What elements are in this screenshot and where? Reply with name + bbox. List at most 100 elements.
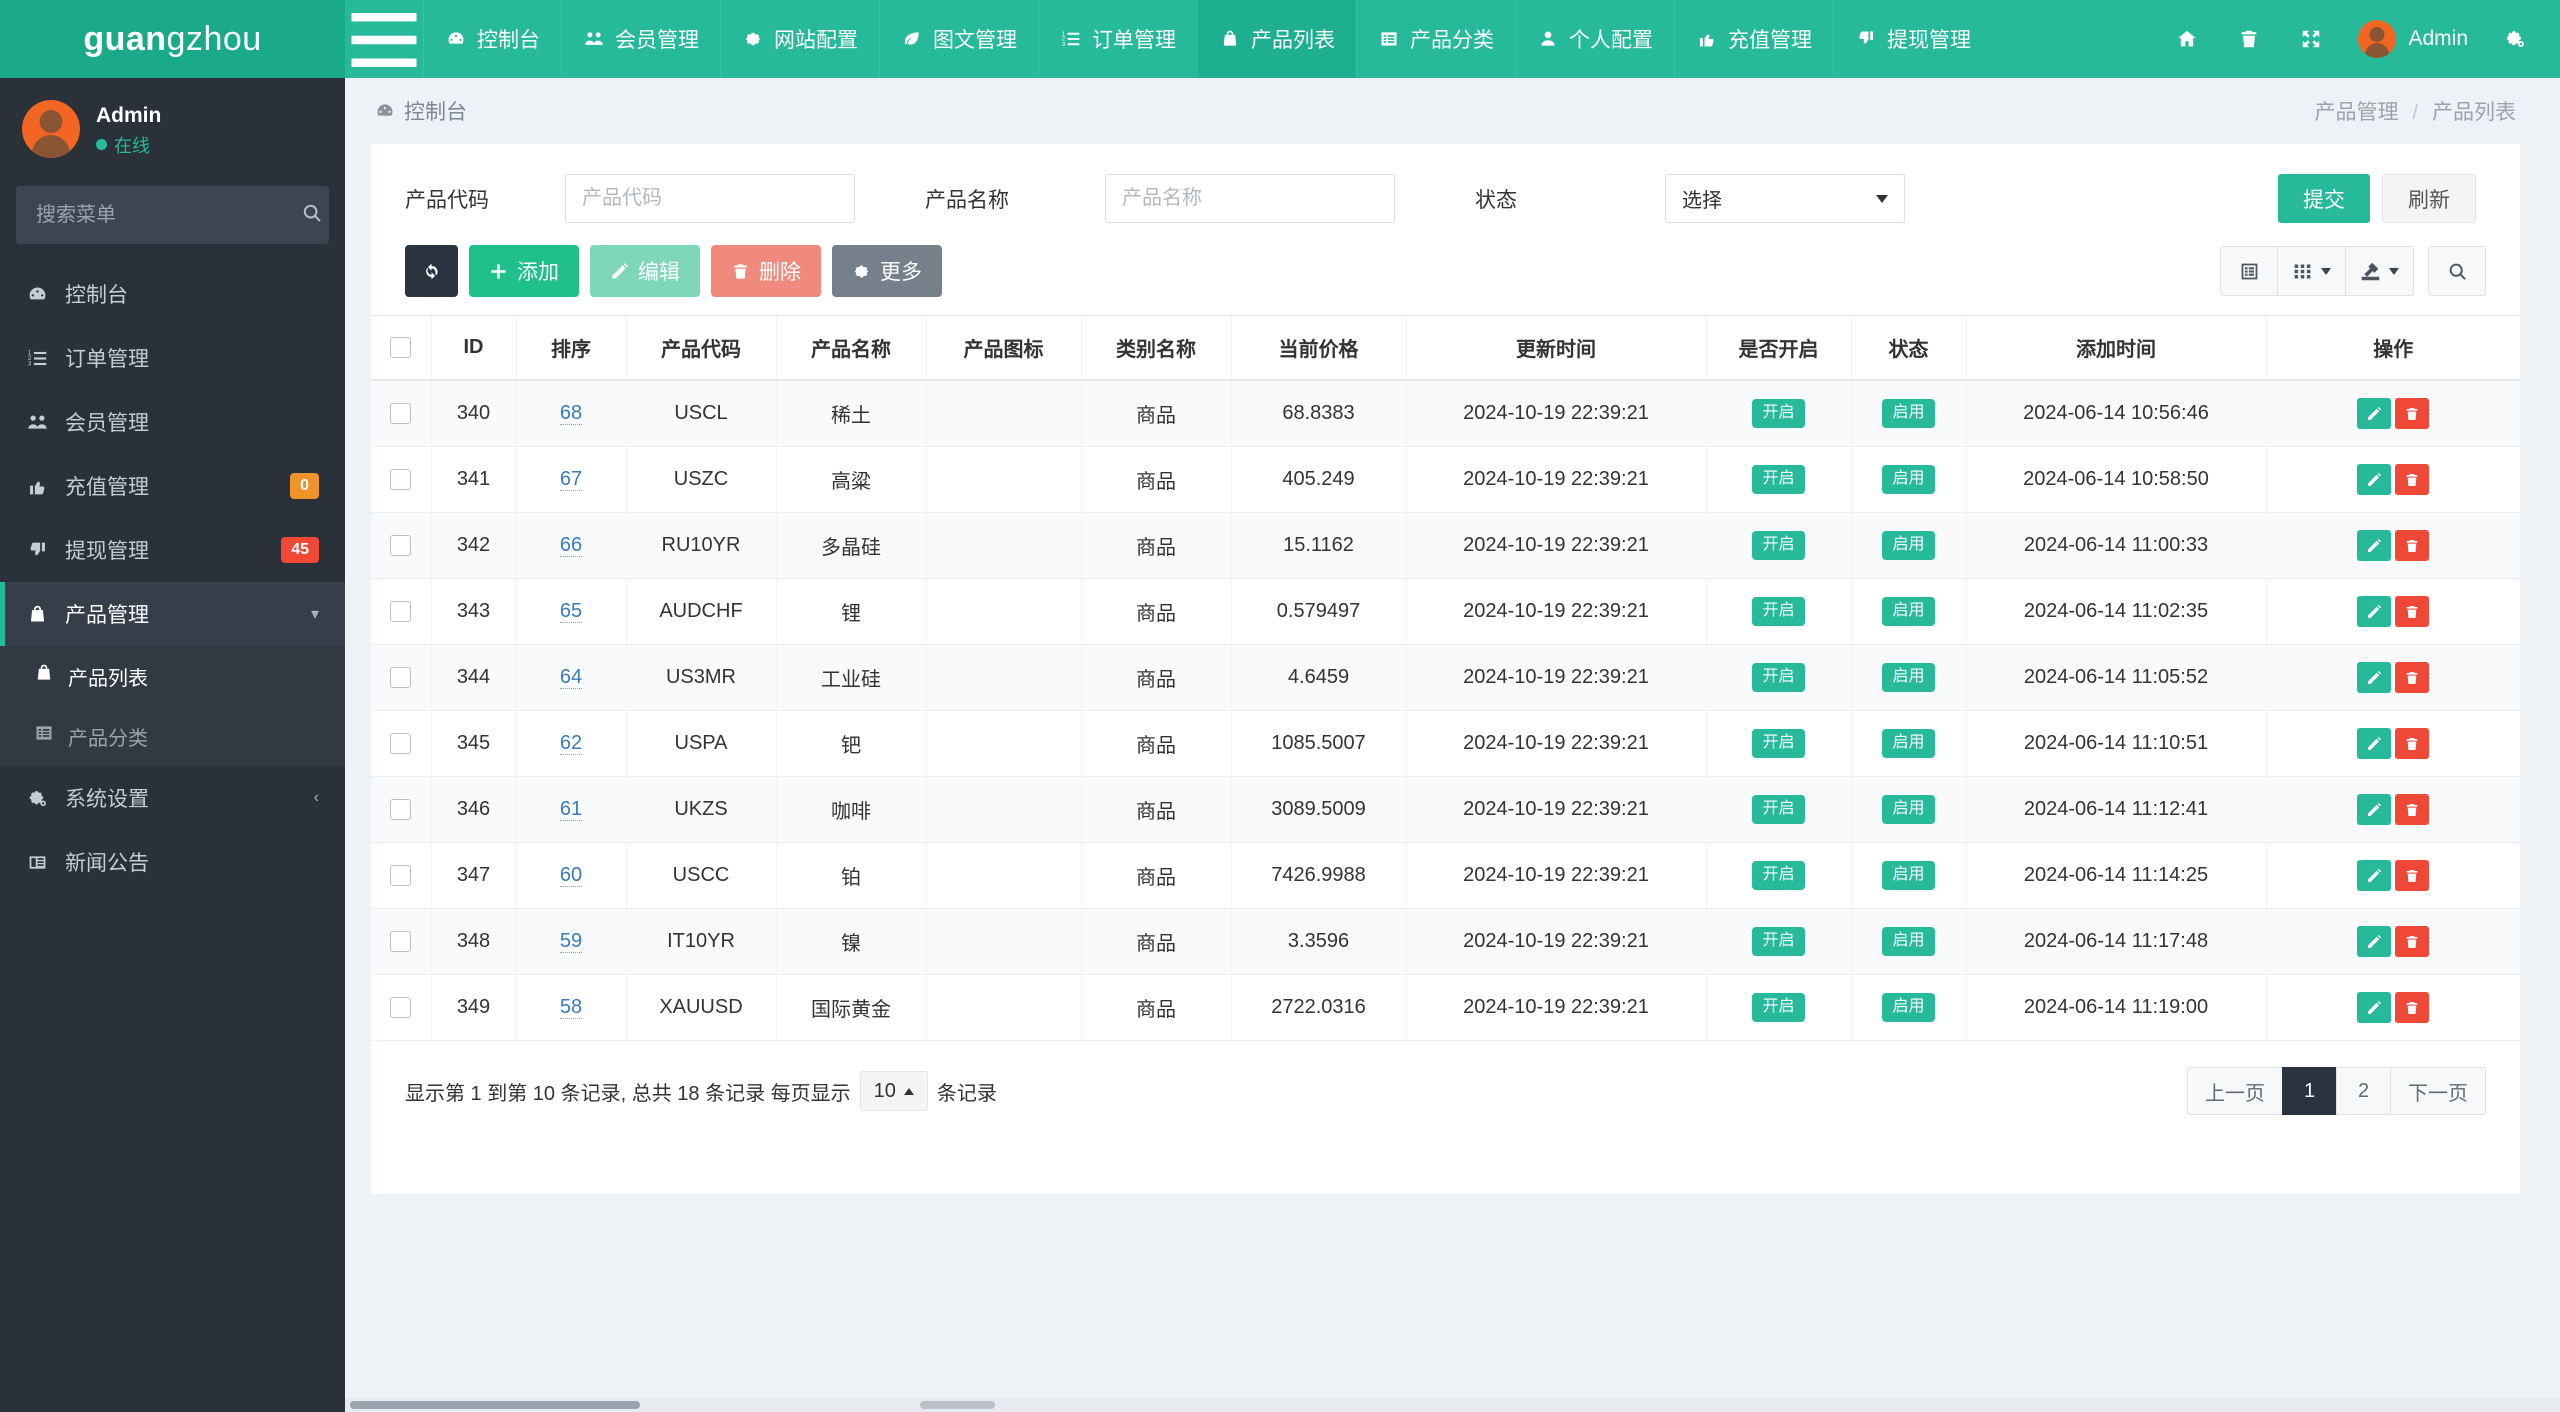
scrollbar-thumb-secondary[interactable] <box>920 1401 995 1409</box>
cell-status[interactable]: 启用 <box>1851 974 1967 1041</box>
cell-select[interactable] <box>371 842 432 909</box>
table-search-button[interactable] <box>2428 246 2486 296</box>
settings-button[interactable] <box>2484 0 2546 78</box>
cell-status[interactable]: 启用 <box>1851 776 1967 843</box>
th-category[interactable]: 类别名称 <box>1081 315 1232 381</box>
user-menu-button[interactable]: Admin <box>2342 0 2484 78</box>
brand-logo[interactable]: guan gzhou <box>0 0 345 78</box>
table-row[interactable]: 344 64 US3MR 工业硅 商品 4.6459 2024-10-19 22:39:21… <box>371 644 2520 711</box>
status-badge[interactable]: 启用 <box>1882 927 1935 956</box>
row-delete-button[interactable] <box>2395 860 2430 891</box>
th-sort[interactable]: 排序 <box>516 315 627 381</box>
select-all-checkbox[interactable] <box>390 337 412 359</box>
row-edit-button[interactable] <box>2357 926 2392 957</box>
th-id[interactable]: ID <box>431 315 517 381</box>
sidebar-item-orders[interactable]: 123 订单管理 <box>0 326 345 390</box>
status-badge[interactable]: 启用 <box>1882 861 1935 890</box>
topnav-item-orders[interactable]: 123 订单管理 <box>1038 0 1197 78</box>
cell-status[interactable]: 启用 <box>1851 842 1967 909</box>
cell-enabled[interactable]: 开启 <box>1706 908 1852 975</box>
breadcrumb-item-parent[interactable]: 产品管理 <box>2314 101 2398 124</box>
cell-actions[interactable] <box>2266 776 2520 843</box>
th-price[interactable]: 当前价格 <box>1231 315 1407 381</box>
row-checkbox[interactable] <box>390 997 412 1019</box>
table-row[interactable]: 340 68 USCL 稀土 商品 68.8383 2024-10-19 22:39:21 开… <box>371 380 2520 447</box>
row-edit-button[interactable] <box>2357 728 2392 759</box>
card-view-button[interactable] <box>2220 246 2278 296</box>
cell-sort[interactable]: 62 <box>516 710 627 777</box>
cell-status[interactable]: 启用 <box>1851 710 1967 777</box>
row-checkbox[interactable] <box>390 931 412 953</box>
status-badge[interactable]: 启用 <box>1882 663 1935 692</box>
cell-sort[interactable]: 65 <box>516 578 627 645</box>
cell-select[interactable] <box>371 776 432 843</box>
cell-select[interactable] <box>371 644 432 711</box>
cell-sort[interactable]: 58 <box>516 974 627 1041</box>
row-checkbox[interactable] <box>390 535 412 557</box>
fullscreen-button[interactable] <box>2280 0 2342 78</box>
row-checkbox[interactable] <box>390 733 412 755</box>
columns-toggle-button[interactable] <box>2277 246 2346 296</box>
cell-enabled[interactable]: 开启 <box>1706 776 1852 843</box>
clear-cache-button[interactable] <box>2218 0 2280 78</box>
topnav-item-site-config[interactable]: 网站配置 <box>720 0 879 78</box>
row-delete-button[interactable] <box>2395 926 2430 957</box>
pagination-page-2[interactable]: 2 <box>2336 1067 2391 1115</box>
sidebar-item-product-list[interactable]: 产品列表 <box>0 646 345 706</box>
row-checkbox[interactable] <box>390 667 412 689</box>
row-delete-button[interactable] <box>2395 530 2430 561</box>
topnav-item-recharge[interactable]: 充值管理 <box>1674 0 1833 78</box>
cell-select[interactable] <box>371 380 432 447</box>
table-row[interactable]: 348 59 IT10YR 镍 商品 3.3596 2024-10-19 22:39:21 开… <box>371 908 2520 975</box>
topnav-item-profile[interactable]: 个人配置 <box>1515 0 1674 78</box>
row-edit-button[interactable] <box>2357 794 2392 825</box>
table-row[interactable]: 349 58 XAUUSD 国际黄金 商品 2722.0316 2024-10-19 22:… <box>371 974 2520 1041</box>
refresh-form-button[interactable]: 刷新 <box>2382 174 2476 223</box>
row-edit-button[interactable] <box>2357 662 2392 693</box>
scrollbar-thumb[interactable] <box>350 1401 640 1409</box>
enabled-badge[interactable]: 开启 <box>1752 729 1805 758</box>
row-edit-button[interactable] <box>2357 398 2392 429</box>
sidebar-toggle-button[interactable] <box>345 0 423 78</box>
sidebar-search[interactable] <box>16 186 329 244</box>
sidebar-item-withdraw[interactable]: 提现管理 45 <box>0 518 345 582</box>
row-delete-button[interactable] <box>2395 464 2430 495</box>
status-badge[interactable]: 启用 <box>1882 729 1935 758</box>
sort-value-link[interactable]: 67 <box>559 468 583 491</box>
cell-sort[interactable]: 61 <box>516 776 627 843</box>
sidebar-item-members[interactable]: 会员管理 <box>0 390 345 454</box>
pagination-page-1[interactable]: 1 <box>2282 1067 2337 1115</box>
cell-enabled[interactable]: 开启 <box>1706 578 1852 645</box>
cell-actions[interactable] <box>2266 644 2520 711</box>
row-checkbox[interactable] <box>390 403 412 425</box>
table-row[interactable]: 343 65 AUDCHF 锂 商品 0.579497 2024-10-19 22:39:2… <box>371 578 2520 645</box>
th-status[interactable]: 状态 <box>1851 315 1967 381</box>
cell-sort[interactable]: 60 <box>516 842 627 909</box>
topnav-item-members[interactable]: 会员管理 <box>561 0 720 78</box>
home-button[interactable] <box>2156 0 2218 78</box>
enabled-badge[interactable]: 开启 <box>1752 597 1805 626</box>
enabled-badge[interactable]: 开启 <box>1752 861 1805 890</box>
submit-button[interactable]: 提交 <box>2278 174 2370 223</box>
cell-sort[interactable]: 68 <box>516 380 627 447</box>
cell-enabled[interactable]: 开启 <box>1706 842 1852 909</box>
enabled-badge[interactable]: 开启 <box>1752 531 1805 560</box>
row-delete-button[interactable] <box>2395 596 2430 627</box>
enabled-badge[interactable]: 开启 <box>1752 795 1805 824</box>
cell-enabled[interactable]: 开启 <box>1706 446 1852 513</box>
add-button[interactable]: 添加 <box>469 245 579 297</box>
row-edit-button[interactable] <box>2357 530 2392 561</box>
row-checkbox[interactable] <box>390 601 412 623</box>
cell-select[interactable] <box>371 974 432 1041</box>
row-edit-button[interactable] <box>2357 992 2392 1023</box>
table-row[interactable]: 345 62 USPA 钯 商品 1085.5007 2024-10-19 22:39:21… <box>371 710 2520 777</box>
th-updated[interactable]: 更新时间 <box>1406 315 1707 381</box>
cell-enabled[interactable]: 开启 <box>1706 644 1852 711</box>
th-enabled[interactable]: 是否开启 <box>1706 315 1852 381</box>
enabled-badge[interactable]: 开启 <box>1752 465 1805 494</box>
status-badge[interactable]: 启用 <box>1882 399 1935 428</box>
cell-status[interactable]: 启用 <box>1851 644 1967 711</box>
edit-button[interactable]: 编辑 <box>590 245 700 297</box>
topnav-item-withdraw[interactable]: 提现管理 <box>1833 0 1992 78</box>
cell-enabled[interactable]: 开启 <box>1706 512 1852 579</box>
